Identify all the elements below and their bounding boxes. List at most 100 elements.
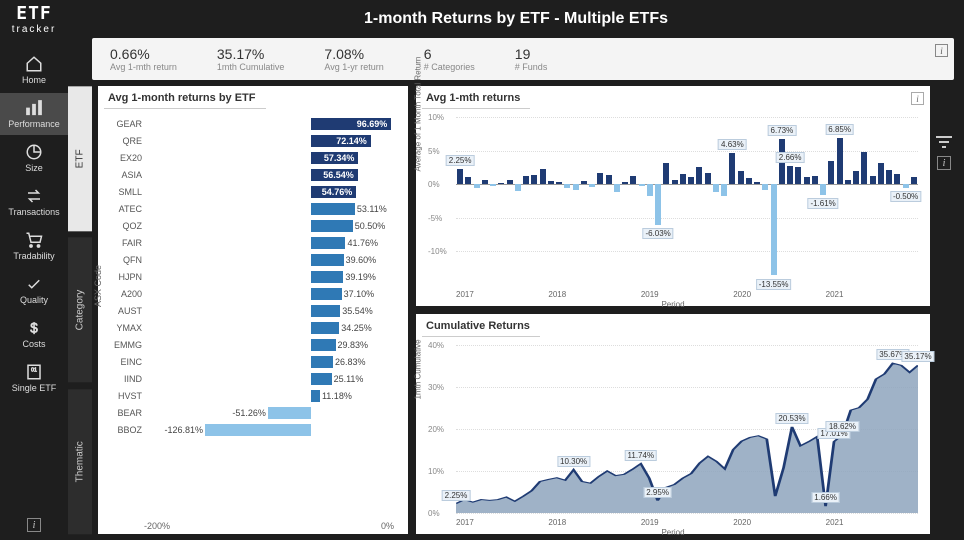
chart-annotation: -0.50% [890, 191, 921, 202]
bar-value-label: 34.25% [341, 322, 372, 334]
column-bar [721, 184, 727, 196]
column-bar [787, 166, 793, 184]
panel-column-chart: Avg 1-mth returns i Average of 1 Month T… [416, 86, 930, 306]
bar-row: GEAR96.69% [144, 115, 394, 132]
column-bar [465, 177, 471, 184]
bar-category: FAIR [110, 238, 142, 248]
nav-label: Size [25, 163, 43, 173]
bar-row: AUST35.54% [144, 302, 394, 319]
kpi-value: 0.66% [110, 46, 150, 62]
tradability-icon [24, 231, 44, 249]
bar-category: QFN [110, 255, 142, 265]
column-bar [556, 182, 562, 185]
chart-annotation: -6.03% [642, 228, 673, 239]
bar-fill: 72.14% [311, 135, 371, 147]
bar-fill [268, 407, 311, 419]
nav-transactions[interactable]: Transactions [0, 181, 68, 223]
axis-label: Period [661, 300, 684, 309]
chart-annotation: 18.62% [826, 421, 859, 432]
kpi-value: 35.17% [217, 46, 264, 62]
kpi-label: # Funds [515, 62, 548, 72]
svg-text:$: $ [30, 320, 38, 335]
nav-home[interactable]: Home [0, 49, 68, 91]
bar-row: BEAR-51.26% [144, 404, 394, 421]
bar-fill [311, 271, 344, 283]
bar-row: QFN39.60% [144, 251, 394, 268]
info-icon[interactable]: i [937, 156, 951, 170]
info-icon[interactable]: i [911, 92, 924, 105]
column-bar [680, 174, 686, 184]
bar-value-label: 56.54% [323, 169, 354, 181]
bar-row: EINC26.83% [144, 353, 394, 370]
column-bar [647, 184, 653, 196]
filter-icon[interactable] [936, 136, 952, 148]
column-bar [878, 163, 884, 185]
bar-row: EMMG29.83% [144, 336, 394, 353]
column-bar [614, 184, 620, 191]
nav-performance[interactable]: Performance [0, 93, 68, 135]
bar-value-label: 41.76% [347, 237, 378, 249]
bar-value-label: 39.19% [345, 271, 376, 283]
chart-annotation: 1.66% [811, 492, 840, 503]
kpi-item: 7.08%Avg 1-yr return [324, 46, 383, 72]
column-bar [581, 181, 587, 184]
bar-value-label: 50.50% [355, 220, 386, 232]
bar-value-label: 53.11% [357, 203, 387, 215]
nav-single[interactable]: 01Single ETF [0, 357, 68, 399]
column-bar [573, 184, 579, 189]
nav-size[interactable]: Size [0, 137, 68, 179]
bar-category: EINC [110, 357, 142, 367]
column-bar [771, 184, 777, 275]
column-bar [630, 176, 636, 184]
info-icon[interactable]: i [935, 44, 948, 57]
column-bar [564, 184, 570, 188]
chart-annotation: 2.25% [442, 490, 471, 501]
bar-fill [311, 203, 355, 215]
bar-category: A200 [110, 289, 142, 299]
kpi-label: 1mth Cumulative [217, 62, 285, 72]
bar-fill: 57.34% [311, 152, 359, 164]
column-bar [837, 138, 843, 184]
bar-category: QRE [110, 136, 142, 146]
column-bar [589, 184, 595, 187]
kpi-item: 0.66%Avg 1-mth return [110, 46, 177, 72]
column-bar [729, 153, 735, 184]
info-icon[interactable]: i [27, 518, 41, 532]
vtab-etf[interactable]: ETF [68, 86, 92, 231]
bar-row: SMLL54.76% [144, 183, 394, 200]
nav-costs[interactable]: $ Costs [0, 313, 68, 355]
bar-value-label: -51.26% [224, 407, 266, 419]
column-bar [820, 184, 826, 195]
bar-category: BEAR [110, 408, 142, 418]
kpi-value: 6 [424, 46, 432, 62]
axis-label: ASX Code [93, 265, 103, 307]
bar-row: BBOZ-126.81% [144, 421, 394, 438]
column-bar [762, 184, 768, 189]
bar-value-label: 11.18% [322, 390, 352, 402]
nav-quality[interactable]: Quality [0, 269, 68, 311]
bar-fill [311, 373, 332, 385]
axis-label: Period [661, 528, 684, 537]
column-bar [490, 184, 496, 185]
kpi-item: 35.17%1mth Cumulative [217, 46, 285, 72]
kpi-label: # Categories [424, 62, 475, 72]
column-bar [622, 182, 628, 184]
chart-annotation: 2.95% [643, 487, 672, 498]
nav-label: Home [22, 75, 46, 85]
chart-annotation: -1.61% [807, 198, 838, 209]
right-rail: i [930, 86, 958, 534]
bar-fill [311, 356, 333, 368]
nav-label: Quality [20, 295, 48, 305]
panel-bar-chart: Avg 1-month returns by ETF ASX Code GEAR… [98, 86, 408, 534]
bar-fill [311, 390, 320, 402]
column-bar [672, 180, 678, 185]
bar-fill [311, 220, 353, 232]
size-icon [24, 143, 44, 161]
vtab-category[interactable]: Category [68, 237, 92, 382]
bar-value-label: 39.60% [346, 254, 377, 266]
nav-label: Costs [22, 339, 45, 349]
bar-value-label: 29.83% [338, 339, 369, 351]
vtab-thematic[interactable]: Thematic [68, 389, 92, 534]
bar-value-label: 57.34% [324, 152, 355, 164]
nav-tradability[interactable]: Tradability [0, 225, 68, 267]
